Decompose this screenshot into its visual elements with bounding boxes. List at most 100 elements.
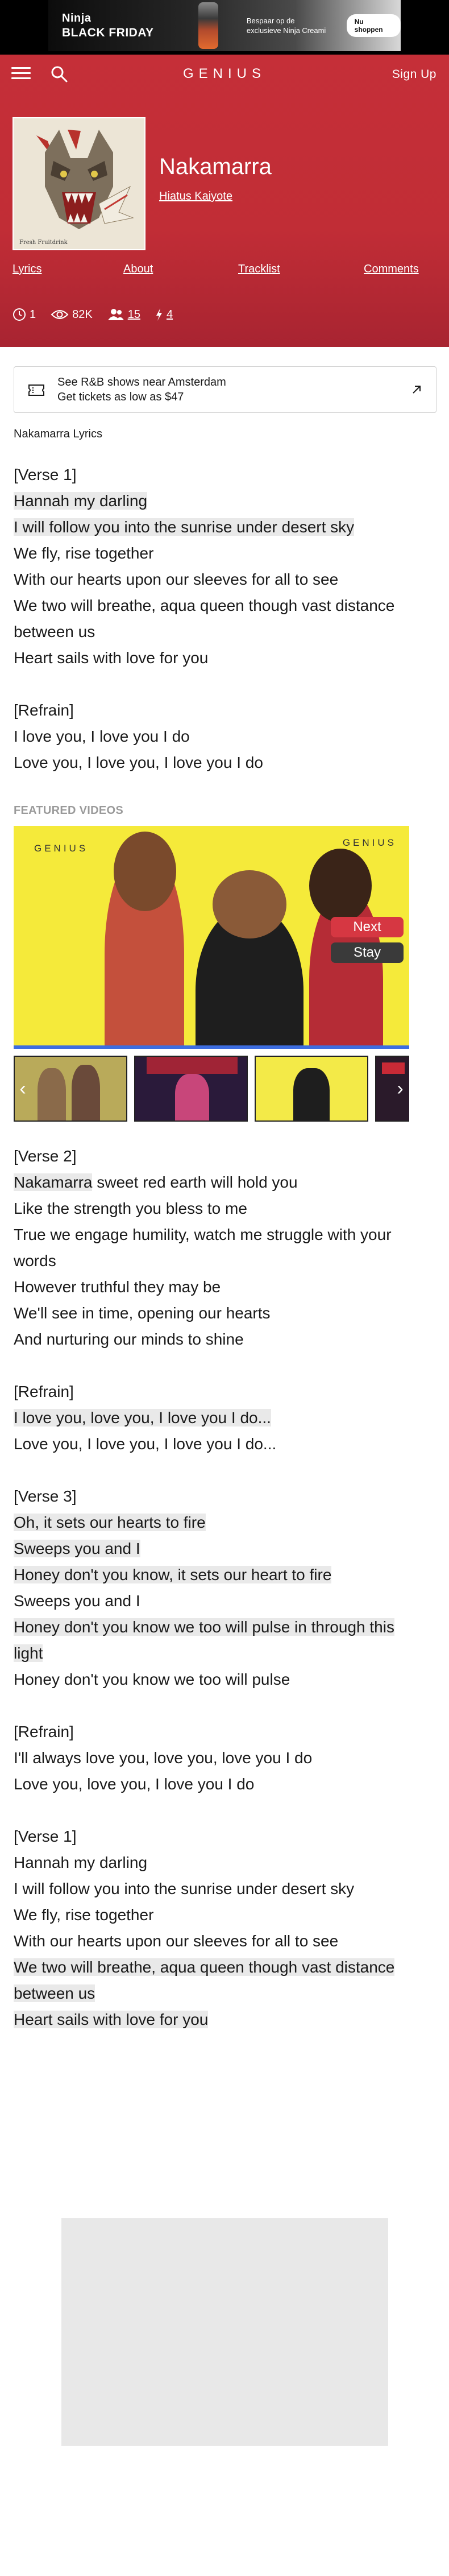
video-thumbnail-3[interactable] xyxy=(255,1056,368,1122)
lyric-text: I'll always love you, love you, love you… xyxy=(14,1749,313,1767)
ticket-promo[interactable]: See R&B shows near Amsterdam Get tickets… xyxy=(14,366,436,413)
lyric-line: With our hearts upon our sleeves for all… xyxy=(14,1928,423,1954)
bottom-ad-placeholder[interactable] xyxy=(61,2218,388,2446)
lyric-text: [Verse 2] xyxy=(14,1147,77,1165)
sign-up-link[interactable]: Sign Up xyxy=(392,68,436,81)
tab-lyrics[interactable]: Lyrics xyxy=(13,263,41,276)
ad-brand: Ninja BLACK FRIDAY xyxy=(48,12,181,40)
lyric-section-header: [Verse 2] xyxy=(14,1143,423,1169)
lyrics-heading: Nakamarra Lyrics xyxy=(14,428,102,440)
lyric-text[interactable]: Oh, it sets our hearts to fire xyxy=(14,1514,206,1531)
featured-videos-label: FEATURED VIDEOS xyxy=(14,804,124,817)
lyric-line: True we engage humility, watch me strugg… xyxy=(14,1222,423,1274)
lyric-text: Love you, love you, I love you I do xyxy=(14,1775,255,1793)
video-logo: GENIUS xyxy=(34,843,89,854)
lyric-text: Love you, I love you, I love you I do xyxy=(14,754,263,771)
lyric-text: And nurturing our minds to shine xyxy=(14,1330,244,1348)
lyric-section-header: [Refrain] xyxy=(14,1379,423,1405)
lyric-text: Heart sails with love for you xyxy=(14,649,209,667)
stat-contributors-value: 15 xyxy=(127,308,140,321)
ad-headline: BLACK FRIDAY xyxy=(62,26,154,39)
tab-about[interactable]: About xyxy=(123,263,153,276)
video-thumbnail-1[interactable] xyxy=(14,1056,127,1122)
stat-views-value: 82K xyxy=(72,308,93,321)
promo-subtitle: Get tickets as low as $47 xyxy=(57,391,184,403)
video-thumbnail-2[interactable] xyxy=(134,1056,248,1122)
lyric-gap xyxy=(14,1353,423,1379)
external-arrow-icon xyxy=(413,386,421,394)
eye-icon xyxy=(51,310,69,319)
thumbnails-prev-icon[interactable]: ‹ xyxy=(16,1077,30,1100)
lyric-section-header: [Verse 3] xyxy=(14,1483,423,1510)
lyric-line: However truthful they may be xyxy=(14,1274,423,1300)
genius-logo[interactable]: GENIUS xyxy=(0,66,449,82)
lyric-line: We two will breathe, aqua queen though v… xyxy=(14,593,423,645)
ticket-icon xyxy=(28,384,44,396)
lyric-line[interactable]: We two will breathe, aqua queen though v… xyxy=(14,1954,423,2007)
lyric-line[interactable]: Hannah my darling xyxy=(14,488,423,514)
ad-brand-name: Ninja xyxy=(62,11,92,24)
tab-comments[interactable]: Comments xyxy=(364,263,419,276)
lyric-text: Love you, I love you, I love you I do... xyxy=(14,1435,277,1453)
video-progress-bar[interactable] xyxy=(14,1045,409,1049)
contributors-icon xyxy=(107,309,124,320)
lyric-line[interactable]: Heart sails with love for you xyxy=(14,2007,423,2033)
lyric-text[interactable]: Nakamarra sweet red earth will hold you xyxy=(14,1173,298,1191)
album-cover[interactable]: Fresh Fruitdrink xyxy=(13,117,145,250)
lyric-line[interactable]: Sweeps you and I xyxy=(14,1536,423,1562)
lyric-text[interactable]: I love you, love you, I love you I do... xyxy=(14,1409,271,1426)
stat-contributors[interactable]: 15 xyxy=(107,308,140,321)
lyric-text[interactable]: We two will breathe, aqua queen though v… xyxy=(14,1958,395,2002)
artist-link[interactable]: Hiatus Kaiyote xyxy=(159,190,232,203)
lyric-gap xyxy=(14,1797,423,1824)
lyric-text: I will follow you into the sunrise under… xyxy=(14,1880,355,1897)
top-nav: GENIUS Sign Up xyxy=(0,55,449,93)
lyric-text: I love you, I love you I do xyxy=(14,727,190,745)
lyric-line: Love you, I love you, I love you I do xyxy=(14,750,423,776)
ad-banner[interactable]: Ninja BLACK FRIDAY Bespaar op de exclusi… xyxy=(48,0,401,51)
lyric-line[interactable]: I love you, love you, I love you I do... xyxy=(14,1405,423,1431)
lyric-text: [Refrain] xyxy=(14,1383,74,1400)
lyric-line[interactable]: Honey don't you know we too will pulse i… xyxy=(14,1614,423,1667)
lyric-line[interactable]: Honey don't you know, it sets our heart … xyxy=(14,1562,423,1588)
tab-tracklist[interactable]: Tracklist xyxy=(238,263,280,276)
lyric-line: Love you, love you, I love you I do xyxy=(14,1771,423,1797)
lyric-text[interactable]: Hannah my darling xyxy=(14,492,148,510)
lyric-annotated-fragment[interactable]: Nakamarra xyxy=(14,1173,93,1191)
lyric-text: Sweeps you and I xyxy=(14,1592,140,1610)
lyric-text[interactable]: Sweeps you and I xyxy=(14,1540,140,1557)
lyric-section-header: [Refrain] xyxy=(14,697,423,723)
lyric-line: Hannah my darling xyxy=(14,1850,423,1876)
lyric-text: [Verse 1] xyxy=(14,466,77,483)
lyric-line: Heart sails with love for you xyxy=(14,645,423,671)
lyric-line: I love you, I love you I do xyxy=(14,723,423,750)
stat-rank-value: 1 xyxy=(30,308,36,321)
cover-label: Fresh Fruitdrink xyxy=(19,239,68,246)
next-button[interactable]: Next xyxy=(331,917,404,937)
lyric-gap xyxy=(14,1457,423,1483)
lyric-text[interactable]: I will follow you into the sunrise under… xyxy=(14,518,355,536)
lyrics-block-1: [Verse 1] Hannah my darling I will follow … xyxy=(14,462,423,776)
lyric-line[interactable]: I will follow you into the sunrise under… xyxy=(14,514,423,540)
video-player[interactable]: GENIUS GENIUS Next Stay xyxy=(14,826,409,1049)
stay-button[interactable]: Stay xyxy=(331,942,404,963)
stat-rank[interactable]: 1 xyxy=(13,308,36,321)
wolf-artwork-icon xyxy=(14,118,144,249)
lyric-text[interactable]: Honey don't you know we too will pulse i… xyxy=(14,1618,394,1662)
song-nav: Lyrics About Tracklist Comments xyxy=(13,263,438,280)
thumbnails-next-icon[interactable]: › xyxy=(393,1077,407,1100)
video-person-right-head xyxy=(309,849,372,923)
lyric-line: We fly, rise together xyxy=(14,1902,423,1928)
stat-edits[interactable]: 4 xyxy=(155,308,173,321)
lyric-text: We fly, rise together xyxy=(14,544,154,562)
lyric-line[interactable]: Oh, it sets our hearts to fire xyxy=(14,1510,423,1536)
lyric-line[interactable]: Nakamarra sweet red earth will hold you xyxy=(14,1169,423,1196)
lyric-section-header: [Verse 1] xyxy=(14,1824,423,1850)
top-ad[interactable]: Ninja BLACK FRIDAY Bespaar op de exclusi… xyxy=(0,0,449,55)
ad-cta-button[interactable]: Nu shoppen xyxy=(346,14,401,37)
lyric-text[interactable]: Heart sails with love for you xyxy=(14,2011,209,2028)
lyric-line: With our hearts upon our sleeves for all… xyxy=(14,567,423,593)
lyric-text[interactable]: Honey don't you know, it sets our heart … xyxy=(14,1566,332,1583)
song-header: GENIUS Sign Up Fresh Fruitdrink Nakamarr… xyxy=(0,55,449,347)
lyric-line: Like the strength you bless to me xyxy=(14,1196,423,1222)
